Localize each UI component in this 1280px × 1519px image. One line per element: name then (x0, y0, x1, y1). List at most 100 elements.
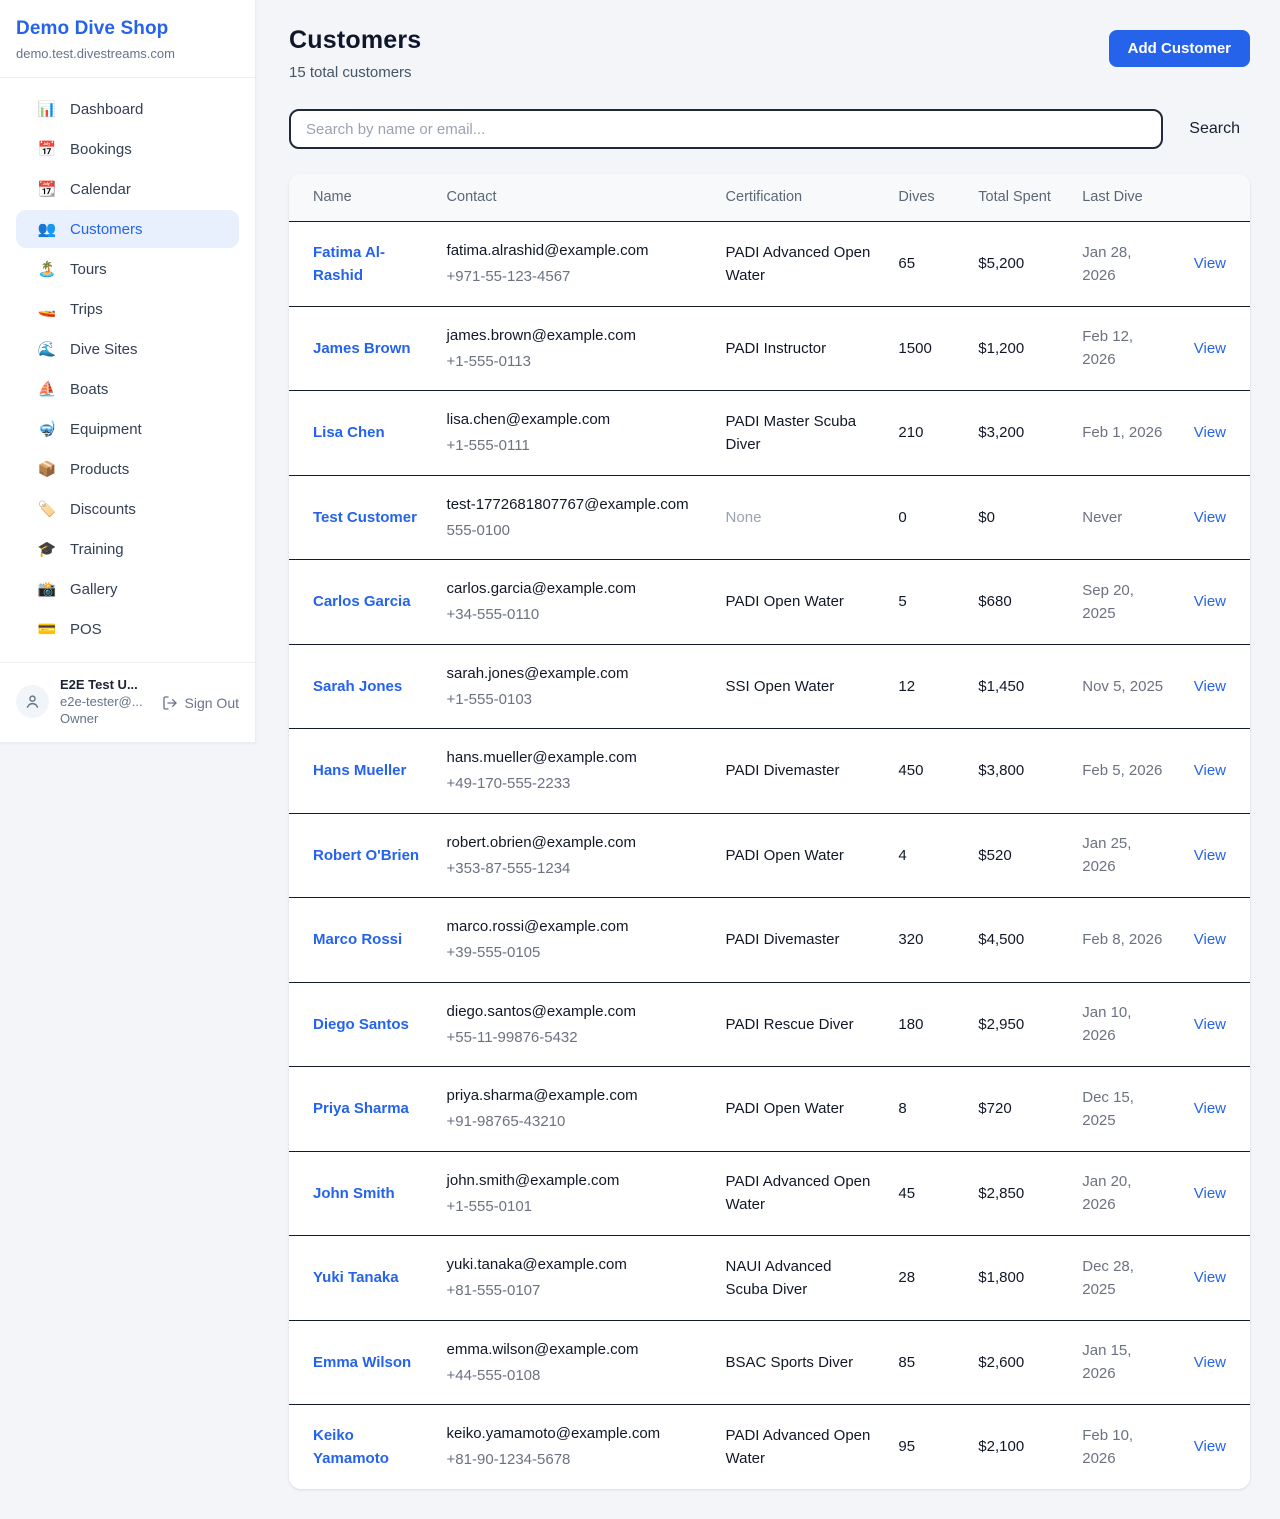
view-customer-link[interactable]: View (1194, 509, 1226, 526)
view-customer-link[interactable]: View (1194, 678, 1226, 695)
sidebar-item-boats[interactable]: ⛵ Boats (16, 370, 239, 408)
sidebar-item-training[interactable]: 🎓 Training (16, 530, 239, 568)
customer-dives: 28 (898, 1269, 915, 1286)
nav-item-label: Customers (70, 221, 143, 238)
sidebar-item-customers[interactable]: 👥 Customers (16, 210, 239, 248)
customer-name-link[interactable]: Marco Rossi (313, 931, 402, 948)
view-customer-link[interactable]: View (1194, 1354, 1226, 1371)
sidebar-item-pos[interactable]: 💳 POS (16, 610, 239, 648)
sidebar-item-calendar[interactable]: 📆 Calendar (16, 170, 239, 208)
sidebar-item-tours[interactable]: 🏝️ Tours (16, 250, 239, 288)
customer-phone: +34-555-0110 (447, 603, 702, 626)
search-button[interactable]: Search (1163, 112, 1250, 146)
sidebar-item-discounts[interactable]: 🏷️ Discounts (16, 490, 239, 528)
sign-out-button[interactable]: Sign Out (162, 693, 239, 711)
customer-name-link[interactable]: James Brown (313, 340, 411, 357)
shop-domain: demo.test.divestreams.com (16, 46, 239, 61)
user-role: Owner (60, 711, 151, 726)
view-customer-link[interactable]: View (1194, 1269, 1226, 1286)
view-customer-link[interactable]: View (1194, 1185, 1226, 1202)
table-row: Fatima Al-Rashid fatima.alrashid@example… (289, 222, 1250, 307)
sidebar-item-trips[interactable]: 🚤 Trips (16, 290, 239, 328)
customer-last-dive: Never (1082, 509, 1122, 526)
customer-certification: PADI Rescue Diver (726, 1016, 854, 1033)
view-customer-link[interactable]: View (1194, 424, 1226, 441)
customer-name-link[interactable]: Priya Sharma (313, 1100, 409, 1117)
column-header-total-spent: Total Spent (966, 174, 1070, 222)
customer-last-dive: Dec 28, 2025 (1082, 1258, 1134, 1298)
customer-certification: PADI Divemaster (726, 762, 840, 779)
credit-card-icon: 💳 (36, 620, 58, 638)
column-header-dives: Dives (886, 174, 966, 222)
speedboat-icon: 🚤 (36, 300, 58, 318)
customer-total-spent: $3,800 (978, 762, 1024, 779)
customer-phone: +91-98765-43210 (447, 1110, 702, 1133)
customer-last-dive: Jan 28, 2026 (1082, 244, 1131, 284)
customer-dives: 210 (898, 424, 923, 441)
customer-email: sarah.jones@example.com (447, 662, 702, 685)
tag-icon: 🏷️ (36, 500, 58, 518)
customer-dives: 5 (898, 593, 906, 610)
customer-total-spent: $4,500 (978, 931, 1024, 948)
sidebar-footer: E2E Test U... e2e-tester@... Owner Sign … (0, 662, 255, 742)
sidebar-item-dive-sites[interactable]: 🌊 Dive Sites (16, 330, 239, 368)
table-row: Marco Rossi marco.rossi@example.com +39-… (289, 898, 1250, 983)
customer-email: john.smith@example.com (447, 1169, 702, 1192)
customer-name-link[interactable]: Test Customer (313, 509, 417, 526)
customer-email: carlos.garcia@example.com (447, 577, 702, 600)
customer-name-link[interactable]: Emma Wilson (313, 1354, 411, 1371)
customer-last-dive: Feb 10, 2026 (1082, 1427, 1133, 1467)
customer-total-spent: $1,200 (978, 340, 1024, 357)
customer-email: priya.sharma@example.com (447, 1084, 702, 1107)
island-icon: 🏝️ (36, 260, 58, 278)
view-customer-link[interactable]: View (1194, 593, 1226, 610)
view-customer-link[interactable]: View (1194, 762, 1226, 779)
customer-name-link[interactable]: Carlos Garcia (313, 593, 411, 610)
sidebar-item-gallery[interactable]: 📸 Gallery (16, 570, 239, 608)
customer-dives: 1500 (898, 340, 931, 357)
customer-total-spent: $2,950 (978, 1016, 1024, 1033)
customer-certification: PADI Advanced Open Water (726, 1427, 871, 1467)
customer-phone: +44-555-0108 (447, 1364, 702, 1387)
customer-dives: 95 (898, 1438, 915, 1455)
view-customer-link[interactable]: View (1194, 1438, 1226, 1455)
view-customer-link[interactable]: View (1194, 931, 1226, 948)
table-row: James Brown james.brown@example.com +1-5… (289, 306, 1250, 391)
view-customer-link[interactable]: View (1194, 1100, 1226, 1117)
customer-email: james.brown@example.com (447, 324, 702, 347)
sidebar-item-bookings[interactable]: 📅 Bookings (16, 130, 239, 168)
view-customer-link[interactable]: View (1194, 1016, 1226, 1033)
customer-name-link[interactable]: John Smith (313, 1185, 395, 1202)
customer-name-link[interactable]: Fatima Al-Rashid (313, 244, 385, 284)
customer-email: lisa.chen@example.com (447, 408, 702, 431)
sidebar-item-equipment[interactable]: 🤿 Equipment (16, 410, 239, 448)
view-customer-link[interactable]: View (1194, 340, 1226, 357)
customer-name-link[interactable]: Hans Mueller (313, 762, 406, 779)
sidebar-item-products[interactable]: 📦 Products (16, 450, 239, 488)
customer-name-link[interactable]: Sarah Jones (313, 678, 402, 695)
customer-name-link[interactable]: Lisa Chen (313, 424, 385, 441)
sidebar-item-dashboard[interactable]: 📊 Dashboard (16, 90, 239, 128)
view-customer-link[interactable]: View (1194, 847, 1226, 864)
nav-item-label: Boats (70, 381, 108, 398)
customer-count: 15 total customers (289, 64, 421, 81)
customer-certification: SSI Open Water (726, 678, 835, 695)
customer-name-link[interactable]: Robert O'Brien (313, 847, 419, 864)
table-row: Lisa Chen lisa.chen@example.com +1-555-0… (289, 391, 1250, 476)
customer-name-link[interactable]: Yuki Tanaka (313, 1269, 399, 1286)
customer-name-link[interactable]: Keiko Yamamoto (313, 1427, 389, 1467)
customer-phone: +1-555-0113 (447, 350, 702, 373)
add-customer-button[interactable]: Add Customer (1109, 30, 1250, 67)
customer-last-dive: Jan 20, 2026 (1082, 1173, 1131, 1213)
customer-email: diego.santos@example.com (447, 1000, 702, 1023)
customer-email: robert.obrien@example.com (447, 831, 702, 854)
customer-name-link[interactable]: Diego Santos (313, 1016, 409, 1033)
user-email: e2e-tester@... (60, 694, 151, 709)
search-input[interactable] (289, 109, 1163, 149)
nav-item-label: Dashboard (70, 101, 143, 118)
nav-item-label: Training (70, 541, 124, 558)
customer-phone: +1-555-0103 (447, 688, 702, 711)
customer-certification: PADI Open Water (726, 593, 844, 610)
view-customer-link[interactable]: View (1194, 255, 1226, 272)
wave-icon: 🌊 (36, 340, 58, 358)
